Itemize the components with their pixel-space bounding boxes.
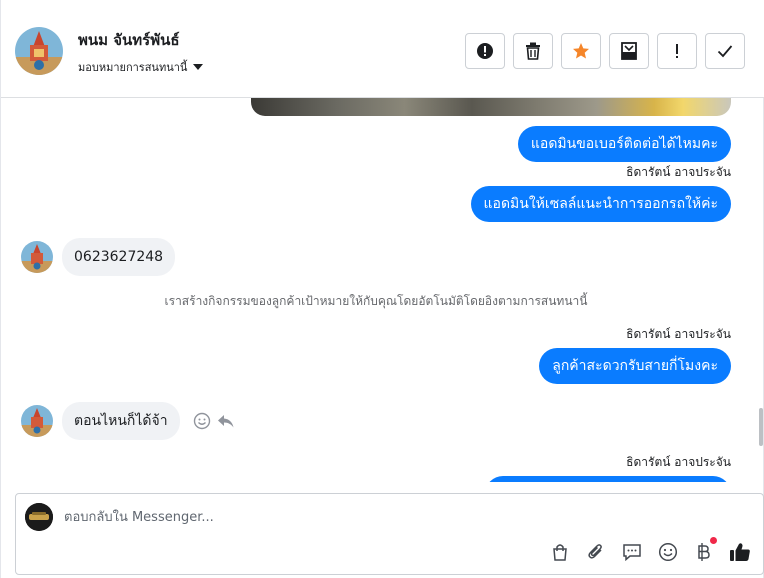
outgoing-message: แอดมินขอเบอร์ติดต่อได้ไหมคะ [517,126,731,162]
message-hover-tools [193,412,235,430]
mark-spam-button[interactable] [465,33,505,69]
mark-unread-button[interactable] [657,33,697,69]
delete-button[interactable] [513,33,553,69]
outgoing-message: ธิดารัตน์ อาจประจัน แอดมินให้เซลล์แนะนำก… [470,163,731,222]
react-emoji-icon[interactable] [193,412,211,430]
exclamation-icon [676,44,678,58]
caret-down-icon [193,64,204,70]
thread-actions [465,33,745,69]
assign-label: มอบหมายการสนทนานี้ [78,61,188,74]
conversation-pane[interactable]: แอดมินขอเบอร์ติดต่อได้ไหมคะ ธิดารัตน์ อา… [1,98,763,482]
envelope-icon [621,42,637,60]
emoji-button[interactable] [657,541,679,563]
attach-button[interactable] [585,541,607,563]
sender-name: ธิดารัตน์ อาจประจัน [626,165,731,179]
reply-composer [15,493,764,575]
paperclip-icon [588,544,602,559]
warning-icon [477,43,493,59]
star-button[interactable] [561,33,601,69]
saved-replies-button[interactable] [621,541,643,563]
star-icon [573,43,589,59]
saved-reply-icon [623,544,641,561]
sender-name: ธิดารัตน์ อาจประจัน [626,455,731,469]
shared-image-attachment[interactable] [251,98,731,116]
page-avatar [25,503,53,531]
message-bubble[interactable]: ตอนไหนก็ได้จ้า [62,402,180,440]
conversation-scrollbar[interactable] [759,408,763,446]
sender-name: ธิดารัตน์ อาจประจัน [626,327,731,341]
reply-icon[interactable] [217,413,235,429]
contact-avatar[interactable] [15,27,63,75]
outgoing-message: ธิดารัตน์ อาจประจัน [485,453,731,482]
message-bubble[interactable]: ลูกค้าสะดวกรับสายกี่โมงคะ [539,348,731,384]
contact-avatar-small[interactable] [21,405,53,437]
message-bubble[interactable]: 0623627248 [62,238,176,276]
message-bubble[interactable]: แอดมินให้เซลล์แนะนำการออกรถให้ค่ะ [470,186,731,222]
send-like-button[interactable] [729,541,751,563]
contact-avatar-small[interactable] [21,241,53,273]
notification-dot [710,537,717,544]
message-bubble[interactable] [485,476,731,482]
baht-payment-icon [698,543,710,561]
emoji-icon [658,542,678,562]
system-activity-note: เราสร้างกิจกรรมของลูกค้าเป้าหมายให้กับคุ… [164,294,588,308]
shop-button[interactable] [549,541,571,563]
outgoing-message: ธิดารัตน์ อาจประจัน ลูกค้าสะดวกรับสายกี่… [539,325,731,384]
reply-input[interactable] [64,507,664,527]
payment-button[interactable] [693,537,717,563]
mark-done-button[interactable] [705,33,745,69]
thread-header: พนม จันทร์พันธ์ มอบหมายการสนทนานี้ [1,0,764,98]
messenger-inbox-thread: พนม จันทร์พันธ์ มอบหมายการสนทนานี้ แอดมิ… [0,0,764,578]
message-bubble[interactable]: แอดมินขอเบอร์ติดต่อได้ไหมคะ [517,126,731,162]
incoming-message: ตอนไหนก็ได้จ้า [21,402,235,440]
thumbs-up-icon [730,543,750,561]
assign-conversation-dropdown[interactable]: มอบหมายการสนทนานี้ [78,58,204,76]
trash-icon [526,42,540,60]
contact-name[interactable]: พนม จันทร์พันธ์ [78,28,180,52]
shopping-bag-icon [553,544,567,561]
move-to-inbox-button[interactable] [609,33,649,69]
incoming-message: 0623627248 [21,238,176,276]
composer-toolbar [549,537,751,563]
check-icon [717,45,733,58]
